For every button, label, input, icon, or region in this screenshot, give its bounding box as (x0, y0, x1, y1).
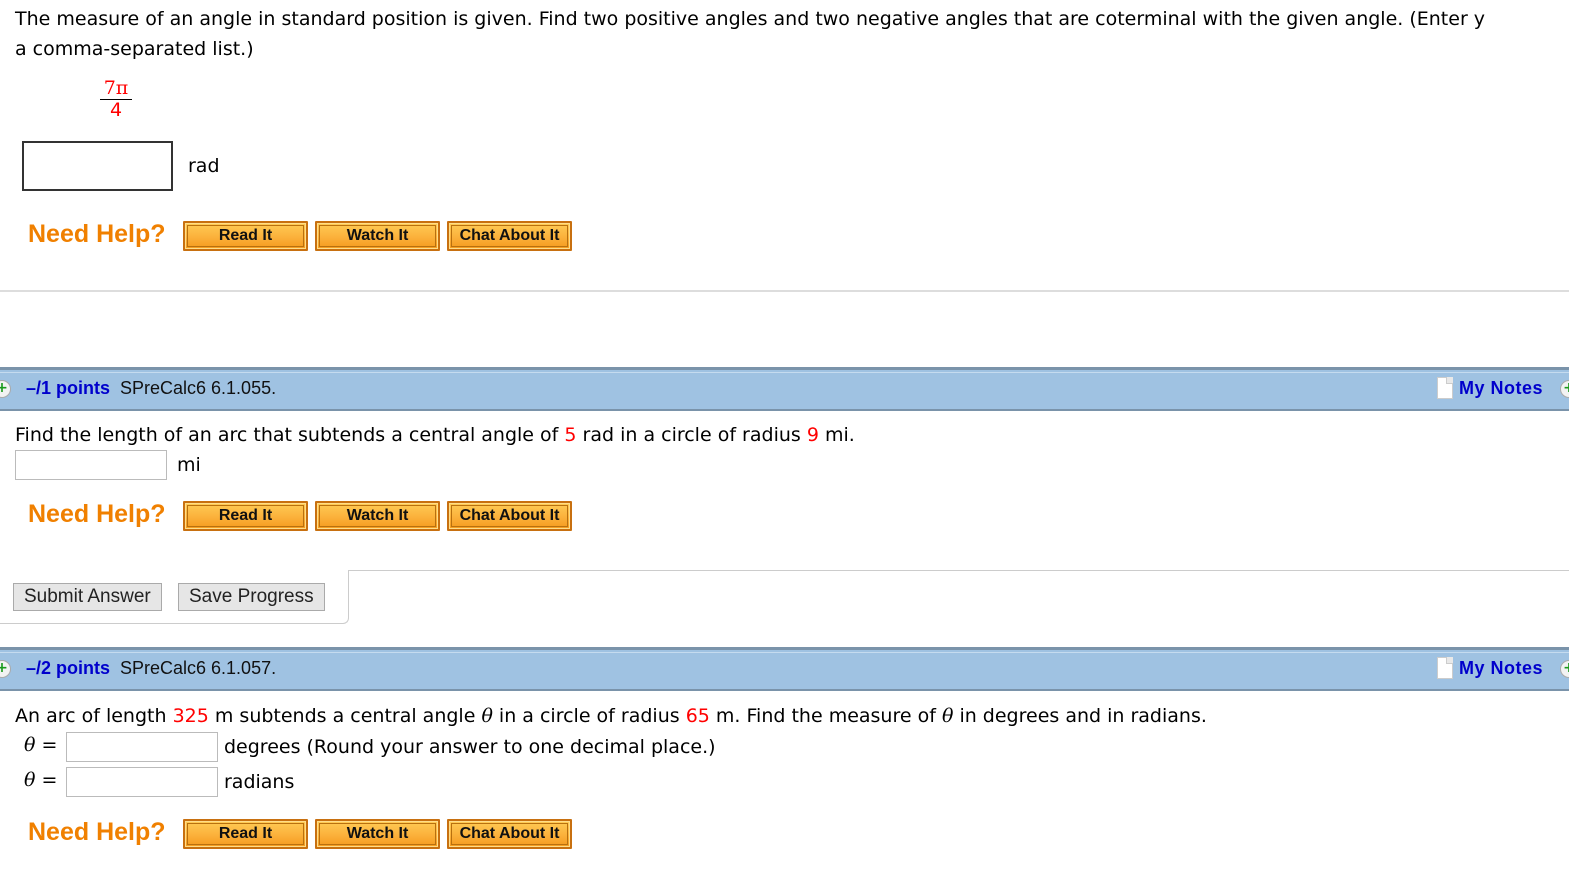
q2-question-id: SPreCalc6 6.1.055. (120, 378, 277, 398)
q3-degrees-input[interactable] (66, 732, 218, 762)
add-note-plus-icon[interactable]: + (1560, 380, 1569, 398)
notes-page-icon[interactable] (1437, 377, 1453, 399)
q1-read-it-button[interactable]: Read It (183, 221, 308, 251)
add-note-plus-icon[interactable]: + (1560, 660, 1569, 678)
expand-plus-icon[interactable]: + (0, 380, 11, 398)
q2-header-bar: + –/1 points SPreCalc6 6.1.055. My Notes… (0, 367, 1569, 411)
q1-prompt-line2: a comma-separated list.) (15, 38, 254, 60)
expand-plus-icon[interactable]: + (0, 660, 11, 678)
q2-angle-value: 5 (564, 424, 577, 446)
q3-question-id: SPreCalc6 6.1.057. (120, 658, 277, 678)
q2-points[interactable]: –/1 points (26, 378, 110, 399)
save-progress-button[interactable]: Save Progress (178, 583, 325, 611)
q1-angle-fraction: 7π 4 (99, 77, 133, 120)
q1-prompt-line1: The measure of an angle in standard posi… (15, 8, 1486, 30)
q3-my-notes-link[interactable]: My Notes (1459, 658, 1543, 679)
q1-need-help-label: Need Help? (28, 220, 166, 248)
q3-read-it-button[interactable]: Read It (183, 819, 308, 849)
panel-border (348, 570, 1569, 571)
q1-answer-input[interactable] (22, 141, 173, 191)
submit-answer-button[interactable]: Submit Answer (13, 583, 162, 611)
q3-theta-label-radians: θ = (24, 769, 58, 791)
q3-chat-about-it-button[interactable]: Chat About It (447, 819, 572, 849)
q2-my-notes-link[interactable]: My Notes (1459, 378, 1543, 399)
q3-points[interactable]: –/2 points (26, 658, 110, 679)
q1-chat-about-it-button[interactable]: Chat About It (447, 221, 572, 251)
notes-page-icon[interactable] (1437, 657, 1453, 679)
q2-read-it-button[interactable]: Read It (183, 501, 308, 531)
q1-watch-it-button[interactable]: Watch It (315, 221, 440, 251)
q1-angle-denominator: 4 (109, 99, 123, 121)
q3-header-bar: + –/2 points SPreCalc6 6.1.057. My Notes… (0, 647, 1569, 691)
q3-degrees-unit: degrees (Round your answer to one decima… (224, 736, 716, 758)
q3-watch-it-button[interactable]: Watch It (315, 819, 440, 849)
section-divider (0, 290, 1569, 292)
q3-arc-length-value: 325 (172, 705, 209, 727)
q2-prompt: Find the length of an arc that subtends … (15, 424, 855, 446)
q2-watch-it-button[interactable]: Watch It (315, 501, 440, 531)
q3-need-help-label: Need Help? (28, 818, 166, 846)
q3-radius-value: 65 (685, 705, 710, 727)
q2-chat-about-it-button[interactable]: Chat About It (447, 501, 572, 531)
q2-answer-input[interactable] (15, 450, 167, 480)
q2-unit-label: mi (177, 454, 201, 476)
q2-need-help-label: Need Help? (28, 500, 166, 528)
q3-prompt: An arc of length 325 m subtends a centra… (15, 705, 1207, 727)
q1-unit-label: rad (188, 155, 220, 177)
q2-radius-value: 9 (806, 424, 819, 446)
q1-angle-numerator: 7π (103, 77, 129, 99)
q3-radians-input[interactable] (66, 767, 218, 797)
q3-theta-label-degrees: θ = (24, 734, 58, 756)
q3-radians-unit: radians (224, 771, 295, 793)
